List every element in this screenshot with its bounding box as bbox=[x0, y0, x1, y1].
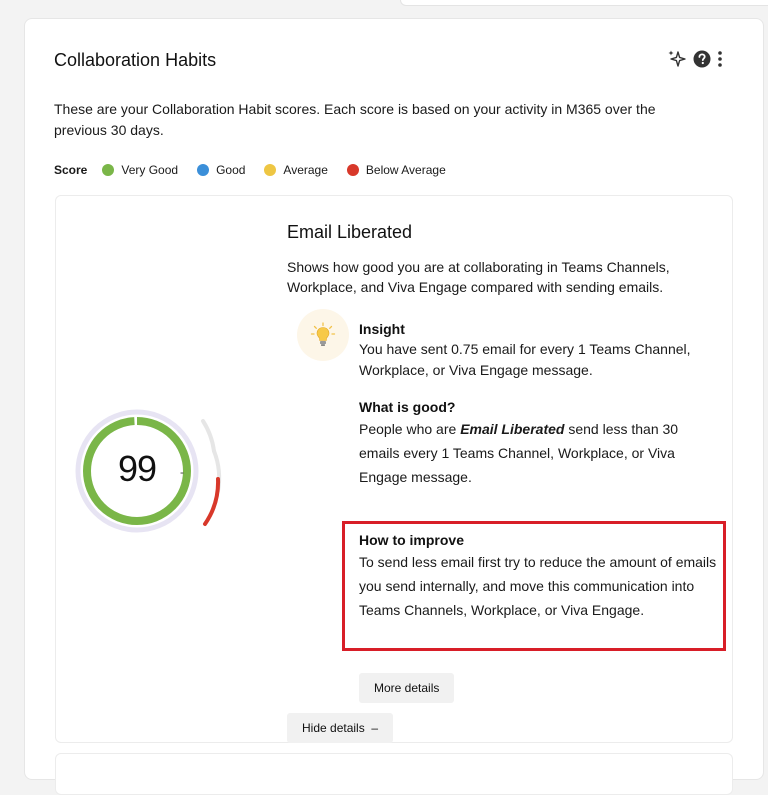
habit-panel-email-liberated: 99 - Email Liberated Shows how good you … bbox=[55, 195, 733, 743]
legend-dot-below-average bbox=[346, 164, 359, 176]
legend-dot-very-good bbox=[102, 164, 115, 176]
habit-title: Email Liberated bbox=[287, 222, 413, 242]
score-suffix: - bbox=[180, 465, 184, 479]
how-to-improve-section: How to improve To send less email first … bbox=[359, 530, 719, 622]
what-is-good-emphasis: Email Liberated bbox=[460, 421, 565, 437]
legend-item-label: Average bbox=[283, 163, 328, 177]
legend-item-label: Good bbox=[216, 163, 246, 177]
gauge-red-arc bbox=[203, 477, 221, 526]
card-description: These are your Collaboration Habit score… bbox=[54, 101, 656, 138]
habit-description: Shows how good you are at collaborating … bbox=[287, 259, 670, 295]
insight-section: Insight You have sent 0.75 email for eve… bbox=[359, 319, 704, 381]
score-gauge: 99 - bbox=[72, 401, 232, 541]
what-is-good-section: What is good? People who are Email Liber… bbox=[359, 397, 704, 489]
lightbulb-icon bbox=[297, 309, 349, 361]
legend-item-good: Good bbox=[197, 163, 245, 177]
legend-label: Score bbox=[54, 163, 88, 177]
legend-item-average: Average bbox=[264, 163, 328, 177]
legend-dot-average bbox=[264, 164, 277, 176]
how-to-improve-body: To send less email first try to reduce t… bbox=[359, 554, 717, 618]
card-header-actions bbox=[667, 49, 723, 69]
sparkle-icon[interactable] bbox=[667, 49, 687, 69]
score-legend: Score Very Good Good Average Below Avera… bbox=[54, 163, 465, 177]
legend-dot-good bbox=[197, 164, 210, 176]
what-is-good-prefix: People who are bbox=[359, 421, 461, 437]
legend-item-very-good: Very Good bbox=[102, 163, 178, 177]
gauge-track-arc bbox=[201, 419, 216, 453]
card-title: Collaboration Habits bbox=[54, 50, 217, 70]
what-is-good-body: People who are Email Liberated send less… bbox=[359, 417, 704, 489]
hide-details-button[interactable]: Hide details – bbox=[287, 713, 394, 743]
more-vertical-icon[interactable] bbox=[717, 50, 723, 68]
legend-item-label: Below Average bbox=[365, 163, 446, 177]
insight-body: You have sent 0.75 email for every 1 Tea… bbox=[359, 341, 691, 378]
legend-item-below-average: Below Average bbox=[346, 163, 446, 177]
how-to-improve-title: How to improve bbox=[359, 532, 465, 548]
legend-item-label: Very Good bbox=[121, 163, 179, 177]
insight-title: Insight bbox=[359, 321, 405, 337]
next-habit-panel-edge bbox=[55, 753, 733, 795]
adjacent-card-edge bbox=[400, 0, 768, 6]
collaboration-habits-card: Collaboration Habits These are your Coll… bbox=[24, 18, 764, 795]
score-value: 99 bbox=[118, 448, 157, 489]
habit-content: Email Liberated Shows how good you are a… bbox=[287, 222, 726, 743]
help-icon[interactable] bbox=[693, 50, 711, 68]
more-details-button[interactable]: More details bbox=[359, 673, 455, 703]
what-is-good-title: What is good? bbox=[359, 399, 456, 415]
